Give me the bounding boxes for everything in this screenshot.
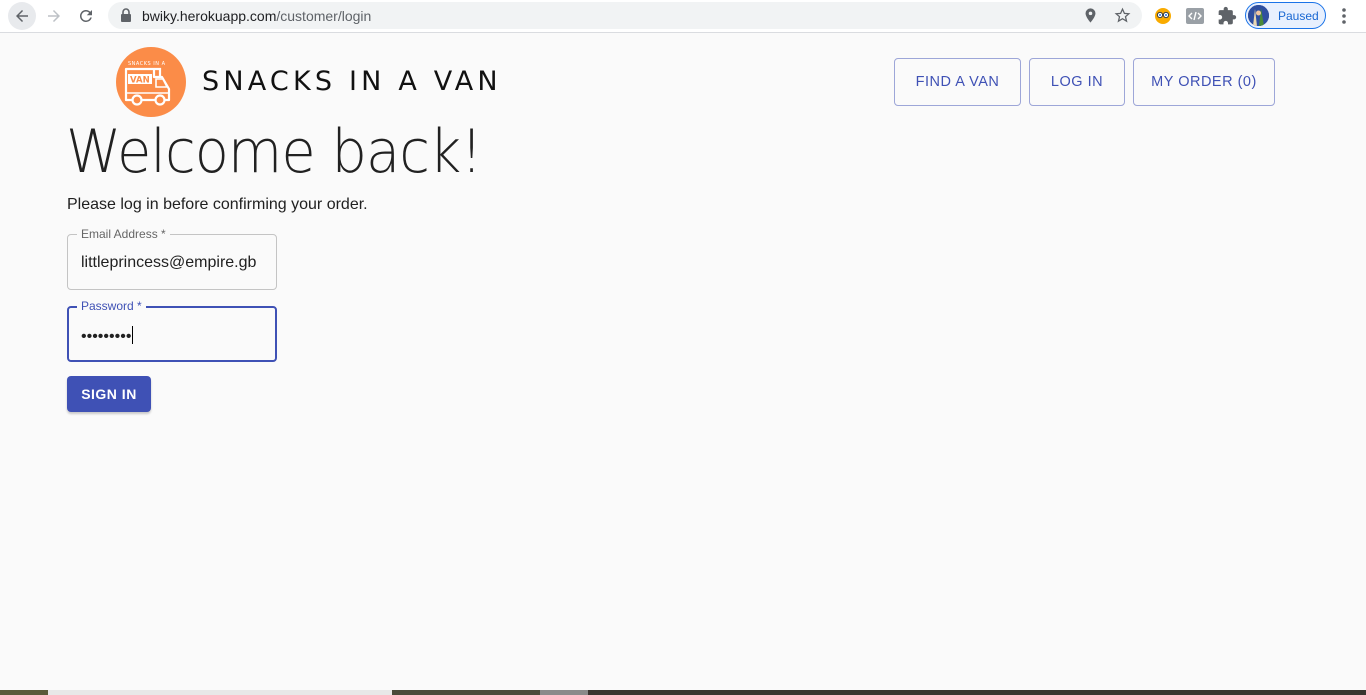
sign-in-button[interactable]: SIGN IN xyxy=(67,376,151,412)
reload-icon xyxy=(79,9,92,22)
url-path: /customer/login xyxy=(276,8,372,24)
brand-name: SNACKS IN A VAN xyxy=(202,66,502,97)
forward-arrow-icon xyxy=(48,10,60,22)
van-logo-icon: SNACKS IN A VAN xyxy=(124,61,171,106)
code-icon[interactable] xyxy=(1185,6,1205,26)
browser-toolbar: bwiky.herokuapp.com/customer/login Pause… xyxy=(0,0,1366,33)
lock-icon[interactable] xyxy=(120,8,132,23)
password-value-wrap[interactable]: ••••••••• xyxy=(81,326,134,346)
avatar xyxy=(1248,5,1269,26)
page: SNACKS IN A VAN SNACKS IN A VAN FIND A V… xyxy=(0,34,1366,695)
kebab-menu-icon[interactable] xyxy=(1336,6,1352,26)
logo[interactable]: SNACKS IN A VAN xyxy=(116,47,186,117)
back-arrow-icon xyxy=(16,10,28,22)
puzzle-icon[interactable] xyxy=(1217,6,1237,26)
my-order-button[interactable]: MY ORDER (0) xyxy=(1133,58,1275,106)
url-text[interactable]: bwiky.herokuapp.com/customer/login xyxy=(142,8,371,24)
forward-button[interactable] xyxy=(40,2,68,30)
extension-icon[interactable] xyxy=(1153,6,1173,26)
logo-van-text: VAN xyxy=(130,76,150,86)
star-icon[interactable] xyxy=(1114,7,1131,24)
reload-button[interactable] xyxy=(72,2,100,30)
password-value: ••••••••• xyxy=(81,328,132,345)
email-field[interactable]: Email Address * littleprincess@empire.gb xyxy=(67,227,277,290)
logo-small-text: SNACKS IN A xyxy=(128,61,166,67)
password-field[interactable]: Password * ••••••••• xyxy=(67,299,277,362)
url-host: bwiky.herokuapp.com xyxy=(142,8,277,24)
profile-status: Paused xyxy=(1278,9,1319,23)
log-in-button[interactable]: LOG IN xyxy=(1029,58,1125,106)
find-van-button[interactable]: FIND A VAN xyxy=(894,58,1021,106)
password-label: Password * xyxy=(77,299,146,313)
email-value[interactable]: littleprincess@empire.gb xyxy=(81,254,256,272)
address-bar[interactable]: bwiky.herokuapp.com/customer/login xyxy=(108,2,1142,29)
text-caret xyxy=(132,326,134,344)
taskbar-strip xyxy=(0,690,1366,695)
location-icon[interactable] xyxy=(1082,7,1099,24)
back-button[interactable] xyxy=(8,2,36,30)
email-label: Email Address * xyxy=(77,227,170,241)
profile-button[interactable]: Paused xyxy=(1245,2,1326,29)
page-subtitle: Please log in before confirming your ord… xyxy=(67,196,368,213)
page-title: Welcome back! xyxy=(66,117,483,187)
